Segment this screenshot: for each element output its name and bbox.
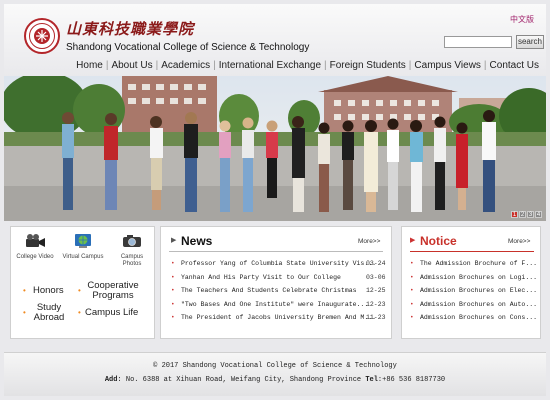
notice-item-title[interactable]: The Admission Brochure of F... bbox=[420, 260, 537, 267]
arrow-icon: ▶ bbox=[410, 237, 416, 244]
banner-slideshow[interactable]: 1 2 3 4 bbox=[4, 76, 546, 221]
bullet-icon: • bbox=[171, 287, 175, 294]
nav-international-exchange[interactable]: International Exchange bbox=[216, 60, 324, 71]
address-line: Add: No. 6388 at Xihuan Road, Weifang Ci… bbox=[4, 376, 546, 384]
bullet-icon: • bbox=[171, 260, 175, 267]
college-name-chinese: 山東科技職業學院 bbox=[66, 20, 195, 38]
bullet-icon: • bbox=[410, 273, 414, 281]
bullet-icon: • bbox=[171, 273, 175, 281]
news-item-title[interactable]: "Two Bases And One Institute" were Inaug… bbox=[181, 301, 368, 308]
college-seal-icon[interactable] bbox=[24, 18, 60, 54]
search-button[interactable]: search bbox=[516, 35, 544, 49]
news-item-date: 03-06 bbox=[366, 273, 386, 281]
copyright-text: © 2017 Shandong Vocational College of Sc… bbox=[153, 362, 397, 370]
address-text: : No. 6388 at Xihuan Road, Weifang City,… bbox=[117, 376, 366, 384]
bullet-icon: • bbox=[410, 314, 414, 321]
bullet-icon: • bbox=[78, 308, 81, 317]
college-video-label: College Video bbox=[16, 254, 54, 260]
banner-pager: 1 2 3 4 bbox=[511, 211, 542, 218]
main-nav: Home | About Us | Academics | International… bbox=[73, 60, 542, 71]
notice-item-title[interactable]: Admission Brochures on Auto... bbox=[420, 301, 537, 308]
news-panel: ▶ News More>> • Professor Yang of Columbi… bbox=[160, 226, 392, 339]
campus-photos-link[interactable]: Campus Photos bbox=[111, 233, 153, 268]
campus-life-link[interactable]: Campus Life bbox=[85, 308, 138, 318]
banner-page-1[interactable]: 1 bbox=[511, 211, 518, 218]
news-more-link[interactable]: More>> bbox=[358, 238, 380, 245]
notice-more-link[interactable]: More>> bbox=[508, 238, 530, 245]
tel-label: Tel bbox=[365, 376, 378, 384]
virtual-campus-link[interactable]: Virtual Campus bbox=[61, 233, 105, 261]
nav-foreign-students[interactable]: Foreign Students bbox=[327, 60, 409, 71]
banner-page-2[interactable]: 2 bbox=[519, 211, 526, 218]
nav-academics[interactable]: Academics bbox=[158, 60, 213, 71]
bullet-icon: • bbox=[171, 300, 175, 308]
news-item-title[interactable]: The President of Jacobs University Breme… bbox=[181, 314, 376, 321]
notice-divider bbox=[410, 251, 534, 252]
search-input[interactable] bbox=[444, 36, 512, 48]
news-divider bbox=[169, 251, 383, 252]
news-title: News bbox=[181, 234, 213, 248]
address-label: Add bbox=[104, 376, 118, 384]
chinese-version-link[interactable]: 中文版 bbox=[510, 14, 534, 25]
notice-item-title[interactable]: Admission Brochures on Elec... bbox=[420, 287, 537, 294]
nav-contact-us[interactable]: Contact Us bbox=[487, 60, 542, 71]
film-camera-icon bbox=[26, 234, 45, 247]
bullet-icon: • bbox=[23, 308, 26, 317]
bullet-icon: • bbox=[78, 286, 81, 295]
news-item-date: 12-25 bbox=[366, 287, 386, 294]
bullet-icon: • bbox=[23, 286, 26, 295]
news-item-title[interactable]: Professor Yang of Columbia State Univers… bbox=[181, 260, 376, 267]
bullet-icon: • bbox=[410, 300, 414, 308]
site-footer: © 2017 Shandong Vocational College of Sc… bbox=[4, 352, 546, 396]
bullet-icon: • bbox=[171, 314, 175, 321]
globe-icon bbox=[75, 234, 91, 248]
news-item-date: 03-24 bbox=[366, 260, 386, 267]
bullet-icon: • bbox=[410, 287, 414, 294]
news-item-title[interactable]: Yanhan And His Party Visit to Our Colleg… bbox=[181, 274, 341, 281]
tel-text: :+86 536 8187730 bbox=[377, 376, 446, 384]
nav-campus-views[interactable]: Campus Views bbox=[411, 60, 484, 71]
notice-panel: ▶ Notice More>> • The Admission Brochure … bbox=[401, 226, 541, 339]
campus-photos-label: Campus Photos bbox=[120, 254, 144, 267]
virtual-campus-label: Virtual Campus bbox=[62, 254, 104, 260]
honors-link[interactable]: Honors bbox=[33, 286, 64, 296]
nav-home[interactable]: Home bbox=[73, 60, 106, 71]
news-item-title[interactable]: The Teachers And Students Celebrate Chri… bbox=[181, 287, 357, 294]
college-video-link[interactable]: College Video bbox=[15, 233, 55, 261]
college-name-english: Shandong Vocational College of Science &… bbox=[66, 42, 310, 53]
study-abroad-link[interactable]: Study Abroad bbox=[31, 303, 67, 323]
quick-links-panel: College Video Virtual Campus Campus Phot… bbox=[10, 226, 155, 339]
arrow-icon: ▶ bbox=[171, 237, 177, 244]
notice-title: Notice bbox=[420, 234, 457, 248]
cooperative-programs-link[interactable]: Cooperative Programs bbox=[85, 281, 141, 301]
banner-page-3[interactable]: 3 bbox=[527, 211, 534, 218]
camera-icon bbox=[123, 235, 141, 247]
nav-about-us[interactable]: About Us bbox=[108, 60, 155, 71]
news-item-date: 11-23 bbox=[366, 314, 386, 321]
news-item-date: 12-23 bbox=[366, 300, 386, 308]
bullet-icon: • bbox=[410, 260, 414, 267]
banner-photo bbox=[4, 76, 546, 221]
banner-page-4[interactable]: 4 bbox=[535, 211, 542, 218]
notice-item-title[interactable]: Admission Brochures on Cons... bbox=[420, 314, 537, 321]
notice-item-title[interactable]: Admission Brochures on Logi... bbox=[420, 274, 537, 281]
